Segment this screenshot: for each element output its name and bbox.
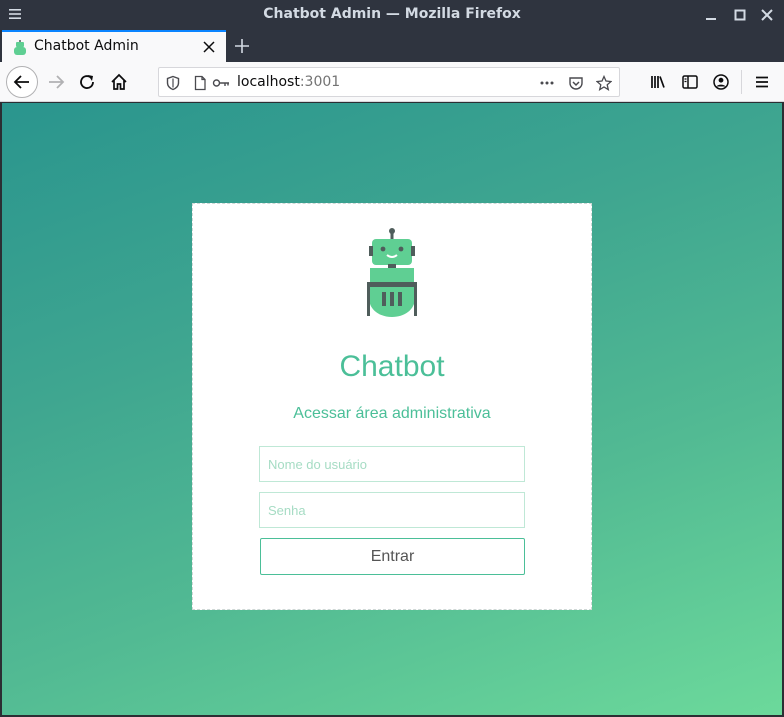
library-icon xyxy=(651,76,665,88)
page-info-icon[interactable] xyxy=(192,75,208,91)
app-menu-button[interactable] xyxy=(748,68,776,96)
account-icon xyxy=(713,74,729,90)
window-title: Chatbot Admin — Mozilla Firefox xyxy=(263,6,521,22)
sidebar-button[interactable] xyxy=(676,68,704,96)
password-input[interactable] xyxy=(259,492,525,528)
key-icon[interactable] xyxy=(212,75,230,91)
hamburger-menu-icon xyxy=(756,76,768,88)
toolbar-separator xyxy=(741,70,742,94)
pocket-icon[interactable] xyxy=(568,75,584,91)
home-button[interactable] xyxy=(105,68,133,96)
home-icon xyxy=(111,73,127,90)
window-titlebar: Chatbot Admin — Mozilla Firefox xyxy=(0,0,784,30)
login-card: Chatbot Acessar área administrativa Entr… xyxy=(192,203,592,610)
sidebar-icon xyxy=(682,75,698,89)
login-subtitle: Acessar área administrativa xyxy=(293,405,491,422)
maximize-icon[interactable] xyxy=(731,6,749,24)
url-text: localhost:3001 xyxy=(237,74,340,90)
forward-arrow-icon xyxy=(49,75,65,89)
back-button[interactable] xyxy=(6,66,38,98)
login-button[interactable]: Entrar xyxy=(260,538,525,575)
reload-icon xyxy=(80,75,94,89)
account-button[interactable] xyxy=(707,68,735,96)
page-viewport: Chatbot Acessar área administrativa Entr… xyxy=(2,103,782,715)
page-actions-icon[interactable] xyxy=(539,75,555,91)
library-button[interactable] xyxy=(644,68,672,96)
shield-icon[interactable] xyxy=(165,75,181,91)
forward-button[interactable] xyxy=(42,68,70,96)
robot-logo-icon xyxy=(367,228,417,317)
tab-strip: Chatbot Admin xyxy=(0,30,784,62)
robot-favicon-icon xyxy=(14,40,26,55)
username-input[interactable] xyxy=(259,446,525,482)
tab-title: Chatbot Admin xyxy=(34,38,139,54)
url-host: localhost xyxy=(237,74,300,90)
bookmark-star-icon[interactable] xyxy=(596,75,612,91)
close-window-icon[interactable] xyxy=(758,6,776,24)
minimize-icon[interactable] xyxy=(702,6,720,24)
new-tab-icon[interactable] xyxy=(232,36,252,56)
app-title: Chatbot xyxy=(339,350,445,383)
back-arrow-icon xyxy=(13,75,29,89)
close-tab-icon[interactable] xyxy=(202,40,216,54)
reload-button[interactable] xyxy=(73,68,101,96)
url-port: :3001 xyxy=(299,74,341,90)
navigation-toolbar: localhost:3001 xyxy=(0,62,784,102)
tab-chatbot-admin[interactable]: Chatbot Admin xyxy=(2,30,226,62)
url-bar[interactable]: localhost:3001 xyxy=(158,67,620,97)
